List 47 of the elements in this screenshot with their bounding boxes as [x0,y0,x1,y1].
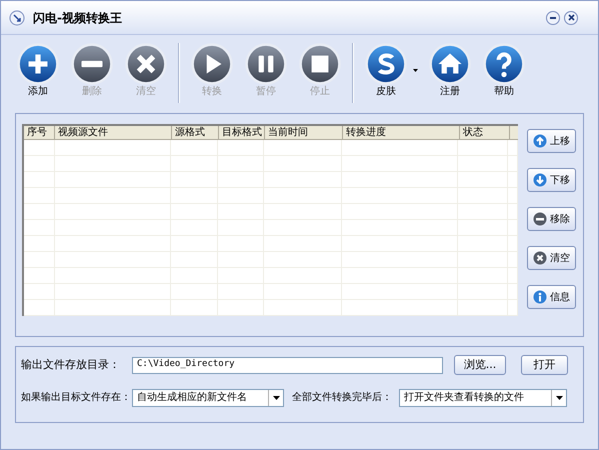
dropdown-arrow-icon [551,390,566,406]
down-arrow-icon [533,173,547,187]
x-icon [533,251,547,265]
side-button[interactable]: 下移 [527,168,576,192]
column-header[interactable]: 序号 [24,126,55,139]
s-letter-icon [365,43,407,85]
column-header[interactable]: 目标格式 [219,126,265,139]
toolbar-button[interactable]: 注册 [426,43,474,98]
close-button[interactable] [564,10,578,24]
file-exists-dropdown[interactable]: 自动生成相应的新文件名 [132,388,284,406]
field-label: 全部文件转换完毕后： [292,390,393,405]
stop-icon [299,43,341,85]
minimize-button[interactable] [546,10,560,24]
side-button[interactable]: 上移 [527,129,576,153]
app-icon [9,10,25,26]
plus-icon [17,43,59,85]
side-button[interactable]: 移除 [527,207,576,231]
window-title: 闪电-视频转换王 [33,10,122,26]
column-header[interactable]: 转换进度 [343,126,460,139]
browse-button[interactable]: 浏览... [454,355,506,375]
field-label: 输出文件存放目录： [21,356,121,373]
info-icon [533,290,547,304]
after-conversion-dropdown[interactable]: 打开文件夹查看转换的文件 [399,388,567,406]
dropdown-arrow-icon[interactable] [413,69,418,72]
output-directory-field[interactable]: C:\Video_Directory [132,356,443,374]
column-header[interactable]: 视频源文件 [55,126,172,139]
toolbar-button[interactable]: 添加 [14,43,62,98]
pause-icon [245,43,287,85]
toolbar-button[interactable]: 帮助 [480,43,528,98]
close-icon [568,14,574,21]
column-header[interactable]: 源格式 [172,126,219,139]
dropdown-arrow-icon [268,390,283,406]
x-icon [125,43,167,85]
minimize-icon [550,16,556,18]
question-mark-icon [483,43,525,85]
minus-icon [71,43,113,85]
field-label: 如果输出目标文件存在： [21,390,132,405]
side-button[interactable]: 信息 [527,285,576,309]
open-button[interactable]: 打开 [521,355,568,375]
column-header[interactable]: 当前时间 [265,126,343,139]
house-icon [429,43,471,85]
play-icon [191,43,233,85]
side-button[interactable]: 清空 [527,246,576,270]
column-header[interactable]: 状态 [460,126,510,139]
toolbar-button[interactable]: 皮肤 [362,43,410,98]
up-arrow-icon [533,134,547,148]
minus-icon [533,212,547,226]
